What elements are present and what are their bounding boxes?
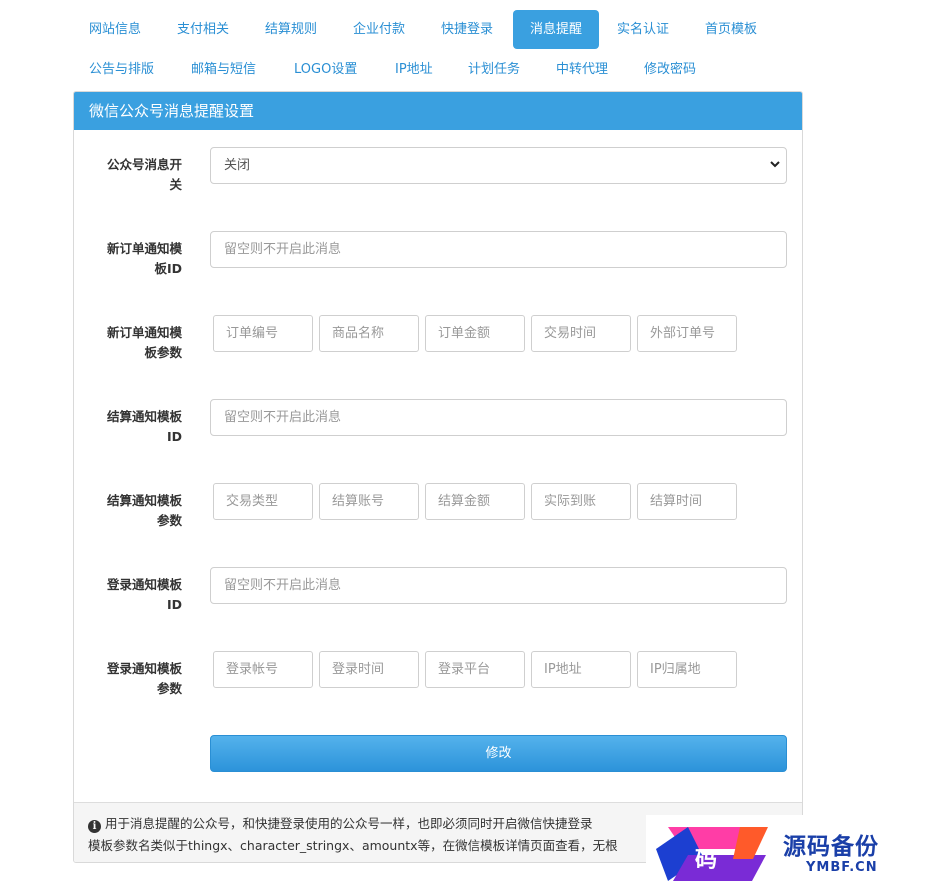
login-param-input-1[interactable] <box>213 651 313 688</box>
watermark-badge-glyph: 码 <box>695 847 717 873</box>
tab-scheduled-tasks[interactable]: 计划任务 <box>457 50 531 89</box>
login-param-input-5[interactable] <box>637 651 737 688</box>
login-template-row: 登录通知模板 ID <box>74 567 802 617</box>
tab-site-info[interactable]: 网站信息 <box>78 10 152 49</box>
settle-param-input-1[interactable] <box>213 483 313 520</box>
order-template-row: 新订单通知模 板ID <box>74 231 802 281</box>
settle-params-label-line2: 参数 <box>156 513 182 528</box>
settle-params-label-line1: 结算通知模板 <box>106 493 182 508</box>
order-param-input-2[interactable] <box>319 315 419 352</box>
login-param-input-4[interactable] <box>531 651 631 688</box>
info-icon: i <box>88 820 101 833</box>
wechat-alert-panel: 微信公众号消息提醒设置 公众号消息开 关 关闭 新订单通知模 板ID 新订单通知… <box>73 91 803 863</box>
login-params-row: 登录通知模板 参数 <box>74 651 802 701</box>
tab-announcement[interactable]: 公告与排版 <box>78 50 165 89</box>
switch-row: 公众号消息开 关 关闭 <box>74 147 802 197</box>
settle-template-row: 结算通知模板 ID <box>74 399 802 449</box>
settle-template-label-line2: ID <box>166 429 182 444</box>
tab-logo[interactable]: LOGO设置 <box>283 50 368 89</box>
settle-param-input-3[interactable] <box>425 483 525 520</box>
order-template-label: 新订单通知模 板ID <box>92 239 182 279</box>
settle-param-input-4[interactable] <box>531 483 631 520</box>
help-text-1: 用于消息提醒的公众号，和快捷登录使用的公众号一样，也即必须同时开启微信快捷登录 <box>105 816 593 831</box>
submit-button[interactable]: 修改 <box>210 735 787 772</box>
switch-label: 公众号消息开 关 <box>92 155 182 195</box>
order-template-label-line2: 板ID <box>154 261 182 276</box>
tab-email-sms[interactable]: 邮箱与短信 <box>180 50 267 89</box>
switch-label-line1: 公众号消息开 <box>106 157 182 172</box>
watermark-text: 源码备份 <box>783 833 879 860</box>
switch-select[interactable]: 关闭 <box>210 147 787 184</box>
settle-template-label-line1: 结算通知模板 <box>106 409 182 424</box>
tab-ip-address[interactable]: IP地址 <box>384 50 444 89</box>
order-params-label: 新订单通知模 板参数 <box>92 323 182 363</box>
tab-message-alerts[interactable]: 消息提醒 <box>513 10 599 49</box>
panel-title: 微信公众号消息提醒设置 <box>74 92 802 130</box>
login-template-label: 登录通知模板 ID <box>92 575 182 615</box>
settle-template-label: 结算通知模板 ID <box>92 407 182 447</box>
tab-enterprise-payment[interactable]: 企业付款 <box>342 10 416 49</box>
tab-settlement-rules[interactable]: 结算规则 <box>254 10 328 49</box>
order-params-row: 新订单通知模 板参数 <box>74 315 802 365</box>
switch-select-wrap: 关闭 <box>210 147 787 184</box>
watermark-subtext: YMBF.CN <box>806 860 878 875</box>
settle-params-row: 结算通知模板 参数 <box>74 483 802 533</box>
settle-template-id-input[interactable] <box>210 399 787 436</box>
watermark-logo: 码 源码备份 YMBF.CN <box>646 815 939 895</box>
help-text-2: 模板参数名类似于thingx、character_stringx、amountx… <box>88 838 618 853</box>
login-params-label: 登录通知模板 参数 <box>92 659 182 699</box>
settle-param-input-5[interactable] <box>637 483 737 520</box>
tab-relay-proxy[interactable]: 中转代理 <box>545 50 619 89</box>
order-params-label-line1: 新订单通知模 <box>106 325 182 340</box>
watermark-badge-icon: 码 <box>656 827 768 881</box>
login-template-id-input[interactable] <box>210 567 787 604</box>
order-params-label-line2: 板参数 <box>144 345 182 360</box>
order-param-input-5[interactable] <box>637 315 737 352</box>
order-param-input-3[interactable] <box>425 315 525 352</box>
tab-home-template[interactable]: 首页模板 <box>694 10 768 49</box>
order-param-input-1[interactable] <box>213 315 313 352</box>
order-param-input-4[interactable] <box>531 315 631 352</box>
settle-param-input-2[interactable] <box>319 483 419 520</box>
switch-label-line2: 关 <box>169 177 182 192</box>
login-params-label-line2: 参数 <box>156 681 182 696</box>
login-param-input-3[interactable] <box>425 651 525 688</box>
login-params-label-line1: 登录通知模板 <box>106 661 182 676</box>
tab-quick-login[interactable]: 快捷登录 <box>430 10 504 49</box>
settle-params-label: 结算通知模板 参数 <box>92 491 182 531</box>
login-template-label-line2: ID <box>166 597 182 612</box>
order-template-label-line1: 新订单通知模 <box>106 241 182 256</box>
tab-real-name[interactable]: 实名认证 <box>606 10 680 49</box>
login-param-input-2[interactable] <box>319 651 419 688</box>
login-template-label-line1: 登录通知模板 <box>106 577 182 592</box>
tab-change-password[interactable]: 修改密码 <box>633 50 707 89</box>
order-template-id-input[interactable] <box>210 231 787 268</box>
tab-payment[interactable]: 支付相关 <box>166 10 240 49</box>
